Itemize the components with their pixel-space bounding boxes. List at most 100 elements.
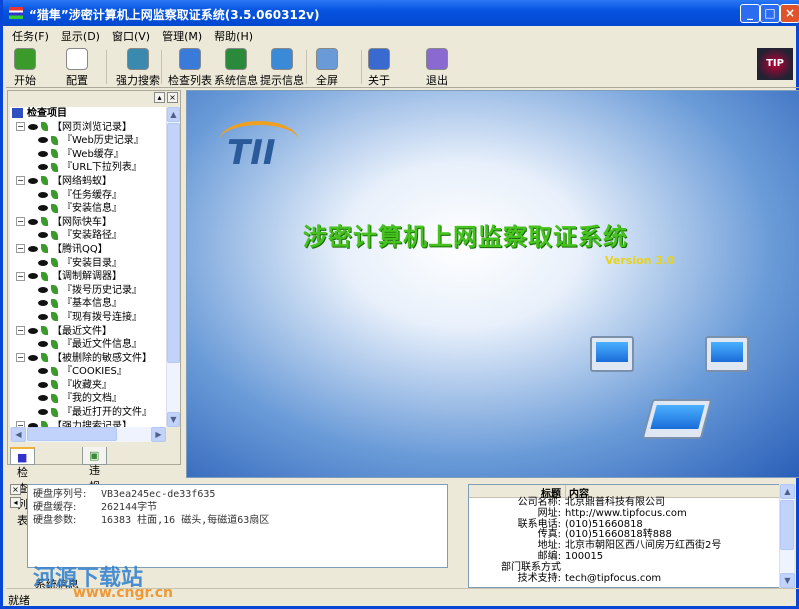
tree-horizontal-scrollbar[interactable]: ◀ ▶ xyxy=(10,427,166,442)
menu-view[interactable]: 显示(D) xyxy=(55,26,106,46)
network-pc-icon xyxy=(590,336,634,372)
eye-icon xyxy=(38,259,48,266)
tree-node-label: 『安装路径』 xyxy=(62,230,122,242)
leaf-icon xyxy=(51,339,58,349)
toolbar-button-globe-check[interactable]: 检查列表 xyxy=(168,48,212,88)
menu-manage[interactable]: 管理(M) xyxy=(156,26,208,46)
collapse-icon[interactable]: − xyxy=(16,271,25,281)
tree-node[interactable]: 『现有拨号连接』 xyxy=(10,311,166,325)
tree-node[interactable]: − 【调制解调器】 xyxy=(10,270,166,284)
collapse-icon[interactable]: − xyxy=(16,217,25,227)
globe-icon xyxy=(225,48,247,70)
collapse-icon[interactable]: − xyxy=(16,326,25,335)
tree-node[interactable]: 『最近文件信息』 xyxy=(10,338,166,352)
tip-logo: TIP xyxy=(757,48,793,80)
toolbar-button-fullscreen[interactable]: 全屏 xyxy=(316,48,338,88)
splash-version: Version 3.0 xyxy=(605,254,675,267)
disk-info-text[interactable]: 硬盘序列号: VB3ea245ec-de33f635 硬盘缓存: 262144字节 硬盘… xyxy=(27,484,448,568)
tree-node[interactable]: − 【腾讯QQ】 xyxy=(10,243,166,257)
collapse-icon[interactable]: − xyxy=(16,353,25,363)
toolbar-label: 提示信息 xyxy=(260,74,304,87)
info-row-title: 部门联系方式 xyxy=(501,561,561,573)
disk-info-line: 硬盘序列号: VB3ea245ec-de33f635 xyxy=(33,488,442,501)
eye-icon xyxy=(38,300,48,307)
window-title: “猎隼”涉密计算机上网监察取证系统(3.5.060312v) xyxy=(29,8,320,22)
tree-node[interactable]: 『拨号历史记录』 xyxy=(10,284,166,298)
inspection-tree: 检查项目 − 【网页浏览记录】 『Web历史记录』 『Web缓存』 『URL下拉列表』 −… xyxy=(10,107,166,427)
leaf-icon xyxy=(41,326,48,335)
tree-node[interactable]: 『Web缓存』 xyxy=(10,148,166,162)
tree-node-label: 『我的文档』 xyxy=(62,393,122,405)
tree-node[interactable]: − 【强力搜索记录】 xyxy=(10,420,166,427)
eye-icon xyxy=(38,409,48,416)
info-row[interactable]: 地址: 北京市朝阳区西八间房万红西街2号 xyxy=(469,540,779,552)
tree-vertical-scrollbar[interactable]: ▲ ▼ xyxy=(166,107,180,427)
tree-node[interactable]: 『安装路径』 xyxy=(10,229,166,243)
collapse-icon[interactable]: − xyxy=(16,244,25,254)
help-icon xyxy=(368,48,390,70)
eye-icon xyxy=(28,218,38,225)
collapse-icon[interactable]: − xyxy=(16,122,25,132)
info-row[interactable]: 部门联系方式 xyxy=(469,561,779,574)
panel-collapse-button[interactable]: ◂ xyxy=(10,497,21,508)
leaf-icon xyxy=(51,298,58,308)
tree-root[interactable]: 检查项目 xyxy=(10,107,166,121)
panel-pin-button[interactable]: ▴ xyxy=(154,92,165,103)
tree-node[interactable]: − 【最近文件】 xyxy=(10,325,166,339)
network-pc-icon xyxy=(705,336,749,372)
menu-task[interactable]: 任务(F) xyxy=(6,26,55,46)
toolbar-button-search-pc[interactable]: 强力搜索 xyxy=(116,48,160,88)
tree-node[interactable]: 『COOKIES』 xyxy=(10,365,166,379)
tree-node[interactable]: 『最近打开的文件』 xyxy=(10,406,166,420)
tree-root-icon xyxy=(12,108,23,118)
menu-window[interactable]: 窗口(V) xyxy=(106,26,156,46)
tree-node[interactable]: 『URL下拉列表』 xyxy=(10,161,166,175)
check-list-tab-icon: ■ xyxy=(17,451,28,464)
close-button[interactable]: × xyxy=(780,4,799,23)
tree-node[interactable]: 『我的文档』 xyxy=(10,392,166,406)
maximize-button[interactable]: □ xyxy=(760,4,780,23)
info-row-content: http://www.tipfocus.com xyxy=(565,507,687,519)
minimize-button[interactable]: _ xyxy=(740,4,760,23)
disk-info-line: 硬盘缓存: 262144字节 xyxy=(33,501,442,514)
tree-node[interactable]: 『安装信息』 xyxy=(10,202,166,216)
violators-tab-icon: ▣ xyxy=(89,449,100,462)
leaf-icon xyxy=(51,162,58,172)
collapse-icon[interactable]: − xyxy=(16,176,25,186)
info-row[interactable]: 网址: http://www.tipfocus.com xyxy=(469,507,779,520)
tree-node-label: 【调制解调器】 xyxy=(52,271,122,283)
tab-check-list[interactable]: ■ 检查列表 xyxy=(10,447,35,527)
tree-node[interactable]: − 【网际快车】 xyxy=(10,216,166,230)
list-vertical-scrollbar[interactable]: ▲ ▼ xyxy=(779,484,795,588)
tree-node[interactable]: 『Web历史记录』 xyxy=(10,134,166,148)
tree-node-label: 【网页浏览记录】 xyxy=(52,121,132,133)
toolbar-button-arrow-right[interactable]: 开始 xyxy=(14,48,36,88)
tree-node[interactable]: 『任务缓存』 xyxy=(10,189,166,203)
tree-node-label: 『安装信息』 xyxy=(62,203,122,215)
app-icon xyxy=(9,7,23,19)
laptop-icon xyxy=(641,399,713,439)
tab-violators[interactable]: ▣ 违规人员 xyxy=(82,447,107,525)
toolbar-button-window-arrow[interactable]: 提示信息 xyxy=(260,48,304,88)
panel-close-button[interactable]: × xyxy=(10,484,21,495)
toolbar-button-globe[interactable]: 系统信息 xyxy=(214,48,258,88)
tree-node[interactable]: 『安装目录』 xyxy=(10,257,166,271)
toolbar-button-hand[interactable]: 配置 xyxy=(66,48,88,88)
tree-node[interactable]: − 【被删除的敏感文件】 xyxy=(10,352,166,366)
toolbar-button-help[interactable]: 关于 xyxy=(368,48,390,88)
tree-node[interactable]: 『收藏夹』 xyxy=(10,379,166,393)
panel-close-button[interactable]: × xyxy=(167,92,178,103)
watermark-url: www.cngr.cn xyxy=(73,585,174,601)
app-window: “猎隼”涉密计算机上网监察取证系统(3.5.060312v) _ □ × 任务(… xyxy=(0,0,799,609)
tree-node[interactable]: − 【网页浏览记录】 xyxy=(10,121,166,135)
tree-node[interactable]: − 【网络蚂蚁】 xyxy=(10,175,166,189)
leaf-icon xyxy=(51,407,58,417)
leaf-icon xyxy=(51,393,58,403)
info-row[interactable]: 技术支持: tech@tipfocus.com xyxy=(469,573,779,585)
tree-node[interactable]: 『基本信息』 xyxy=(10,297,166,311)
leaf-icon xyxy=(41,122,48,132)
tree-node-label: 『URL下拉列表』 xyxy=(62,162,142,174)
menu-help[interactable]: 帮助(H) xyxy=(208,26,259,46)
tree-node-label: 『收藏夹』 xyxy=(62,379,112,391)
toolbar-button-exit-door[interactable]: 退出 xyxy=(426,48,448,88)
